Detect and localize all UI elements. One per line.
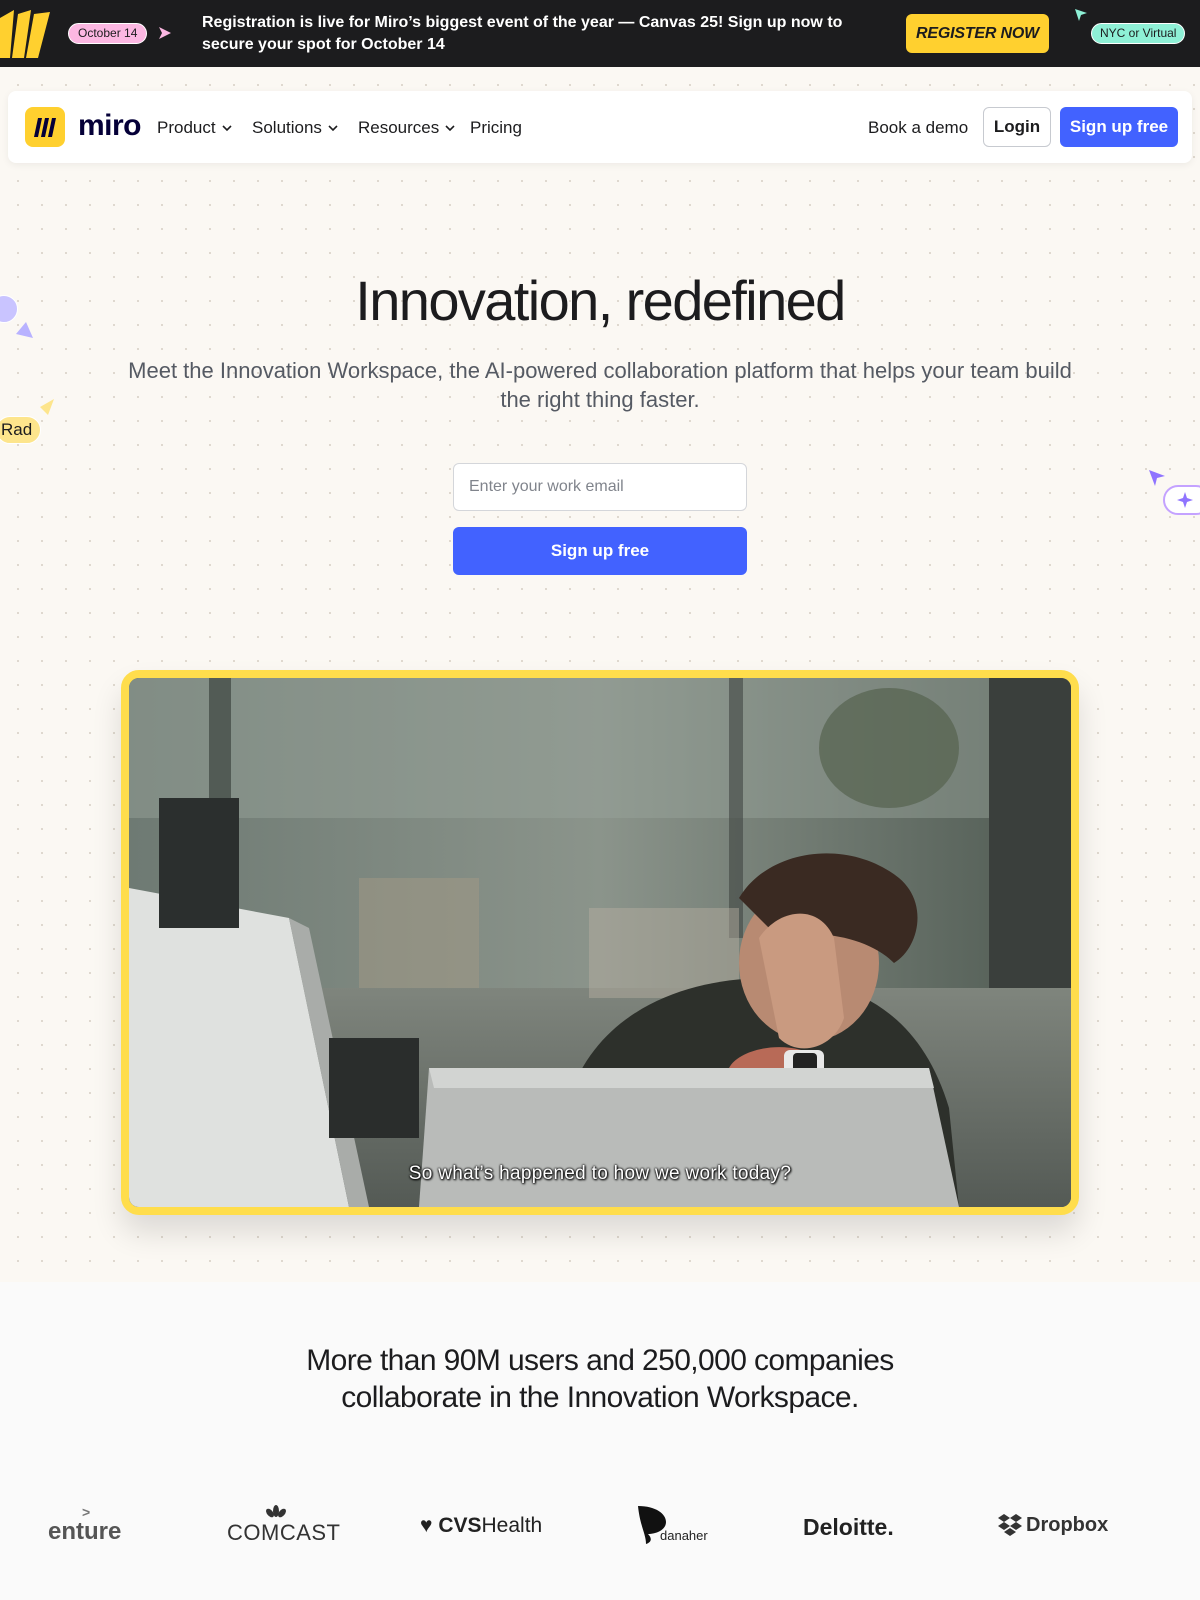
office-scene-image [129,678,1071,1207]
nav-signup-button[interactable]: Sign up free [1060,107,1178,147]
cvs-wordmark-bold: CVS [438,1514,482,1537]
customer-logo-strip: > enture COMCAST ♥ CVSHealth danaher Del… [0,1500,1200,1570]
comcast-logo: COMCAST [227,1505,341,1546]
location-badge: NYC or Virtual [1091,23,1186,44]
cvs-heart-icon: ♥ [420,1514,433,1537]
danaher-wordmark: danaher [660,1528,708,1543]
accenture-logo: > enture [48,1504,122,1546]
pink-pointer-icon [159,27,171,39]
event-date-badge: October 14 [68,23,148,44]
register-now-button[interactable]: REGISTER NOW [906,14,1049,53]
social-proof-line-2: collaborate in the Innovation Workspace. [341,1381,859,1414]
dropbox-wordmark: Dropbox [1026,1514,1109,1536]
chevron-down-icon [445,125,455,132]
promo-message: Registration is live for Miro’s biggest … [202,14,843,53]
teal-pointer-icon [1075,9,1087,21]
promo-banner: October 14 Registration is live for Miro… [0,0,1200,67]
nbc-peacock-icon [266,1505,286,1518]
login-button[interactable]: Login [983,107,1051,147]
nav-pricing-label: Pricing [470,118,522,137]
social-proof-heading: More than 90M users and 250,000 companie… [0,1342,1200,1416]
main-navbar: miro Product Solutions Resources Pricing… [8,91,1192,163]
cvs-health-logo: ♥ CVSHealth [420,1514,542,1538]
nav-solutions[interactable]: Solutions [252,117,338,139]
social-proof-line-1: More than 90M users and 250,000 companie… [306,1344,894,1377]
hero-video[interactable]: So what’s happened to how we work today? [121,670,1079,1215]
accenture-chevron-icon: > [82,1504,91,1520]
yellow-cursor-icon [40,399,54,415]
chevron-down-icon [222,125,232,132]
hero-signup-button[interactable]: Sign up free [453,527,747,575]
hero-title: Innovation, redefined [355,269,846,332]
book-demo-link[interactable]: Book a demo [868,117,968,139]
hero-subtitle: Meet the Innovation Workspace, the AI-po… [128,358,1072,412]
nav-product[interactable]: Product [157,117,232,139]
cvs-wordmark-light: Health [481,1514,543,1537]
miro-logo-wordmark[interactable]: miro [78,107,142,145]
nav-resources-label: Resources [358,118,440,137]
nav-resources[interactable]: Resources [358,117,455,139]
nav-product-label: Product [157,118,216,137]
nav-pricing[interactable]: Pricing [470,117,522,139]
miro-logo-icon[interactable] [25,107,65,147]
collaborator-chip-yellow: Rad [0,416,42,444]
dropbox-box-icon [998,1514,1022,1536]
nav-solutions-label: Solutions [252,118,322,137]
violet-cursor-icon [1149,470,1165,486]
work-email-input[interactable] [453,463,747,511]
miro-stripes-icon [0,10,50,58]
chevron-down-icon [328,125,338,132]
deloitte-logo: Deloitte. [803,1514,894,1540]
video-caption: So what’s happened to how we work today? [408,1163,792,1184]
comcast-wordmark: COMCAST [227,1520,341,1545]
sparkle-icon [1177,492,1193,508]
accenture-wordmark: enture [48,1518,122,1545]
ai-sparkle-chip [1163,485,1200,515]
